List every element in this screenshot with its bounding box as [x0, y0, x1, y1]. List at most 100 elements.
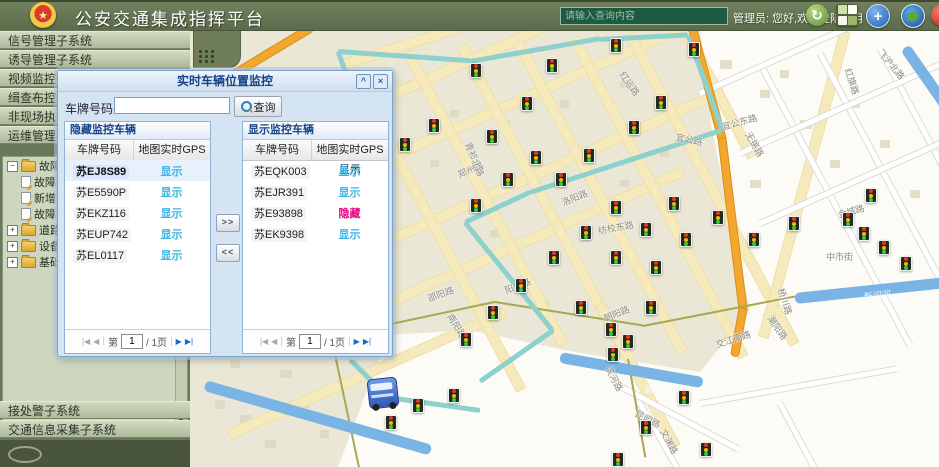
show-link[interactable]: 显示	[311, 184, 388, 200]
traffic-signal-icon[interactable]	[583, 148, 595, 163]
traffic-signal-icon[interactable]	[555, 172, 567, 187]
sidebar-bottom-item-1[interactable]: 交通信息采集子系统	[0, 420, 190, 438]
traffic-signal-icon[interactable]	[650, 260, 662, 275]
show-link[interactable]: 显示	[311, 163, 388, 179]
monitored-vehicle-marker[interactable]	[367, 377, 400, 410]
traffic-signal-icon[interactable]	[900, 256, 912, 271]
move-to-hidden-button[interactable]: <<	[216, 244, 240, 262]
collapse-node-icon[interactable]: −	[7, 161, 18, 172]
last-page-icon[interactable]: ▶|	[185, 337, 193, 346]
traffic-signal-icon[interactable]	[530, 150, 542, 165]
zoom-in-icon[interactable]: +	[866, 4, 890, 28]
traffic-signal-icon[interactable]	[607, 347, 619, 362]
vehicle-row[interactable]: 苏E93898隐藏	[243, 202, 388, 223]
traffic-signal-icon[interactable]	[548, 250, 560, 265]
traffic-signal-icon[interactable]	[668, 196, 680, 211]
vehicle-row[interactable]: 苏EJR391显示	[243, 181, 388, 202]
vehicle-row[interactable]: 苏EJ8S89显示	[65, 160, 210, 181]
map-building	[760, 90, 770, 98]
show-link[interactable]: 显示	[133, 184, 210, 200]
traffic-signal-icon[interactable]	[502, 172, 514, 187]
traffic-signal-icon[interactable]	[610, 250, 622, 265]
hide-link[interactable]: 隐藏	[311, 205, 388, 221]
show-link[interactable]: 显示	[133, 205, 210, 221]
first-page-icon[interactable]: |◀	[260, 337, 268, 346]
plate-number-input[interactable]	[114, 97, 230, 114]
page-number-input[interactable]	[299, 334, 321, 349]
traffic-signal-icon[interactable]	[858, 226, 870, 241]
traffic-signal-icon[interactable]	[640, 420, 652, 435]
traffic-signal-icon[interactable]	[712, 210, 724, 225]
traffic-signal-icon[interactable]	[605, 322, 617, 337]
show-link[interactable]: 显示	[133, 163, 210, 179]
traffic-signal-icon[interactable]	[546, 58, 558, 73]
collapse-icon[interactable]: ^	[356, 74, 371, 89]
traffic-signal-icon[interactable]	[748, 232, 760, 247]
traffic-signal-icon[interactable]	[680, 232, 692, 247]
traffic-signal-icon[interactable]	[842, 212, 854, 227]
traffic-signal-icon[interactable]	[645, 300, 657, 315]
map-layers-icon[interactable]	[836, 4, 858, 26]
show-link[interactable]: 显示	[133, 226, 210, 242]
traffic-signal-icon[interactable]	[688, 42, 700, 57]
traffic-signal-icon[interactable]	[612, 452, 624, 467]
road-label: 中市街	[826, 250, 853, 263]
traffic-signal-icon[interactable]	[385, 415, 397, 430]
prev-page-icon[interactable]: ◀	[271, 337, 277, 346]
traffic-signal-icon[interactable]	[580, 225, 592, 240]
traffic-signal-icon[interactable]	[448, 388, 460, 403]
traffic-signal-icon[interactable]	[610, 38, 622, 53]
alert-icon[interactable]: !	[931, 4, 939, 26]
traffic-signal-icon[interactable]	[655, 95, 667, 110]
traffic-signal-icon[interactable]	[575, 300, 587, 315]
show-link[interactable]: 显示	[311, 226, 388, 242]
traffic-signal-icon[interactable]	[412, 398, 424, 413]
traffic-signal-icon[interactable]	[622, 334, 634, 349]
traffic-signal-icon[interactable]	[865, 188, 877, 203]
sidebar-item-1[interactable]: 诱导管理子系统	[0, 50, 190, 68]
vehicle-row[interactable]: 苏EQK003显示	[243, 160, 388, 181]
first-page-icon[interactable]: |◀	[82, 337, 90, 346]
expand-node-icon[interactable]: +	[7, 257, 18, 268]
globe-icon[interactable]	[901, 4, 925, 28]
expand-node-icon[interactable]: +	[7, 225, 18, 236]
traffic-signal-icon[interactable]	[460, 332, 472, 347]
traffic-signal-icon[interactable]	[700, 442, 712, 457]
traffic-signal-icon[interactable]	[470, 63, 482, 78]
traffic-signal-icon[interactable]	[610, 200, 622, 215]
traffic-signal-icon[interactable]	[628, 120, 640, 135]
close-icon[interactable]: ×	[373, 74, 388, 89]
traffic-signal-icon[interactable]	[878, 240, 890, 255]
sidebar-item-0[interactable]: 信号管理子系统	[0, 31, 190, 49]
vehicle-row[interactable]: 苏EL0117显示	[65, 244, 210, 265]
vehicle-row[interactable]: 苏E5590P显示	[65, 181, 210, 202]
traffic-signal-icon[interactable]	[515, 278, 527, 293]
header-search-input[interactable]	[560, 7, 728, 25]
prev-page-icon[interactable]: ◀	[93, 337, 99, 346]
page-number-input[interactable]	[121, 334, 143, 349]
next-page-icon[interactable]: ▶	[354, 337, 360, 346]
next-page-icon[interactable]: ▶	[176, 337, 182, 346]
expand-node-icon[interactable]: +	[7, 241, 18, 252]
traffic-signal-icon[interactable]	[486, 129, 498, 144]
sidebar-bottom-item-0[interactable]: 接处警子系统	[0, 401, 190, 419]
vehicle-row[interactable]: 苏EUP742显示	[65, 223, 210, 244]
vehicle-row[interactable]: 苏EK9398显示	[243, 223, 388, 244]
search-icon	[241, 101, 252, 112]
traffic-signal-icon[interactable]	[678, 390, 690, 405]
traffic-signal-icon[interactable]	[399, 137, 411, 152]
map-panel-handle[interactable]	[193, 30, 241, 68]
map-building	[620, 180, 629, 187]
traffic-signal-icon[interactable]	[487, 305, 499, 320]
traffic-signal-icon[interactable]	[788, 216, 800, 231]
query-button[interactable]: 查询	[234, 96, 282, 117]
move-to-shown-button[interactable]: >>	[216, 214, 240, 232]
traffic-signal-icon[interactable]	[521, 96, 533, 111]
refresh-icon[interactable]: ↻	[806, 4, 828, 26]
traffic-signal-icon[interactable]	[428, 118, 440, 133]
traffic-signal-icon[interactable]	[470, 198, 482, 213]
last-page-icon[interactable]: ▶|	[363, 337, 371, 346]
show-link[interactable]: 显示	[133, 247, 210, 263]
vehicle-row[interactable]: 苏EKZ116显示	[65, 202, 210, 223]
traffic-signal-icon[interactable]	[640, 222, 652, 237]
